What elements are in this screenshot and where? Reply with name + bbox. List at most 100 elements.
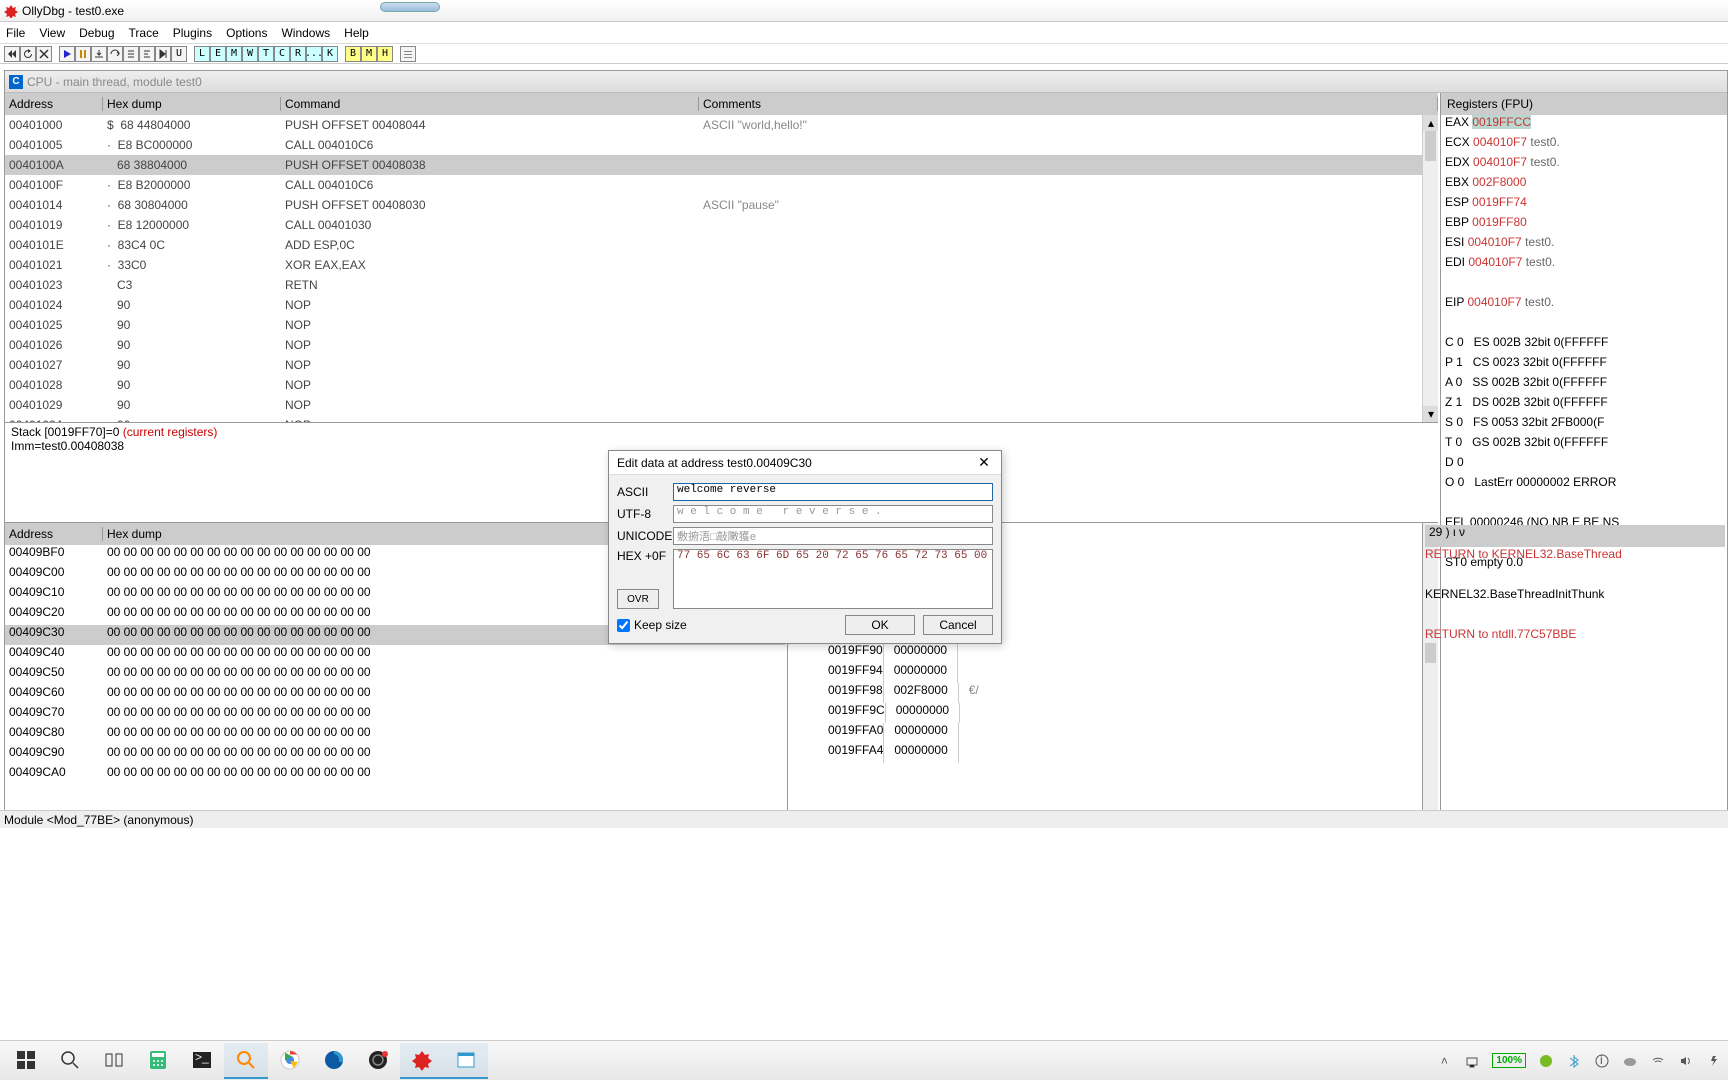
hex-row[interactable]: 00409C7000 00 00 00 00 00 00 00 00 00 00… [5,705,785,725]
network-icon[interactable] [1464,1053,1480,1069]
wifi-icon[interactable] [1650,1053,1666,1069]
stack-row[interactable]: 0019FFA000000000 [788,723,1438,743]
runtrace-window-icon[interactable]: ... [306,46,322,62]
stack-row[interactable]: 0019FF9C00000000 [788,703,1438,723]
disasm-row[interactable]: 00401021· 33C0XOR EAX,EAX [5,255,1438,275]
app-window-icon[interactable] [444,1043,488,1079]
search-icon[interactable] [48,1043,92,1079]
edge-icon[interactable] [312,1043,356,1079]
rewind-icon[interactable] [4,46,20,62]
windows-window-icon[interactable]: W [242,46,258,62]
bluetooth-icon[interactable] [1566,1053,1582,1069]
disassembly-pane[interactable]: Address Hex dump Command Comments 004010… [5,93,1438,423]
disasm-row[interactable]: 00401028 90NOP [5,375,1438,395]
ok-button[interactable]: OK [845,615,915,635]
start-button[interactable] [4,1043,48,1079]
disasm-row[interactable]: 0040102A 90NOP [5,415,1438,423]
menu-view[interactable]: View [39,26,65,40]
log-window-icon[interactable]: L [194,46,210,62]
hardware-bp-window-icon[interactable]: H [377,46,393,62]
hex-input[interactable]: 77 65 6C 63 6F 6D 65 20 72 65 76 65 72 7… [673,549,993,609]
memory-bp-window-icon[interactable]: M [361,46,377,62]
run-icon[interactable] [59,46,75,62]
system-tray[interactable]: ˄ 100% i [1436,1053,1722,1069]
registers-header[interactable]: Registers (FPU) [1441,93,1727,115]
menu-debug[interactable]: Debug [79,26,114,40]
disasm-row[interactable]: 00401024 90NOP [5,295,1438,315]
keep-size-checkbox[interactable]: Keep size [617,618,687,632]
menu-windows[interactable]: Windows [281,26,330,40]
menu-file[interactable]: File [6,26,25,40]
dialog-title-bar[interactable]: Edit data at address test0.00409C30 ✕ [609,451,1001,475]
disasm-row[interactable]: 0040101E· 83C4 0CADD ESP,0C [5,235,1438,255]
power-icon[interactable] [1706,1053,1722,1069]
disasm-row[interactable]: 00401005· E8 BC000000CALL 004010C6 [5,135,1438,155]
options-icon[interactable] [400,46,416,62]
threads-window-icon[interactable]: T [258,46,274,62]
menu-options[interactable]: Options [226,26,267,40]
chrome-icon[interactable] [268,1043,312,1079]
disasm-row[interactable]: 00401025 90NOP [5,315,1438,335]
pause-icon[interactable] [75,46,91,62]
terminal-icon[interactable]: >_ [180,1043,224,1079]
execute-till-icon[interactable] [155,46,171,62]
utf8-input[interactable]: w e l c o m e r e v e r s e . [673,505,993,523]
disasm-row[interactable]: 00401019· E8 12000000CALL 00401030 [5,215,1438,235]
tray-chevron-icon[interactable]: ˄ [1436,1053,1452,1069]
stack-row[interactable]: 0019FF9000000000 [788,643,1438,663]
unicode-input[interactable]: 敷捬浯□敲敶獲e [673,527,993,545]
ovr-button[interactable]: OVR [617,589,659,609]
disasm-row[interactable]: 00401023 C3RETN [5,275,1438,295]
taskbar[interactable]: >_ ˄ 100% i [0,1040,1728,1080]
cancel-button[interactable]: Cancel [923,615,993,635]
calculator-icon[interactable] [136,1043,180,1079]
disasm-scrollbar[interactable]: ▴ ▾ [1422,115,1438,422]
dialog-close-button[interactable]: ✕ [975,454,993,472]
everything-icon[interactable] [224,1043,268,1079]
cpu-window-icon[interactable]: C [274,46,290,62]
scroll-thumb[interactable] [1425,131,1436,161]
info-icon[interactable]: i [1594,1053,1610,1069]
disasm-row[interactable]: 00401014· 68 30804000PUSH OFFSET 0040803… [5,195,1438,215]
close-icon[interactable] [36,46,52,62]
disasm-row[interactable]: 0040100F· E8 B2000000CALL 004010C6 [5,175,1438,195]
stack-comments-pane[interactable]: 29 ) ι ν RETURN to KERNEL32.BaseThreadKE… [1422,523,1727,811]
nvidia-icon[interactable] [1538,1053,1554,1069]
stack-row[interactable]: 0019FF9400000000 [788,663,1438,683]
disasm-row[interactable]: 00401026 90NOP [5,335,1438,355]
executable-window-icon[interactable]: E [210,46,226,62]
hex-row[interactable]: 00409CA000 00 00 00 00 00 00 00 00 00 00… [5,765,785,785]
ollydbg-taskbar-icon[interactable] [400,1043,444,1079]
trace-into-icon[interactable] [123,46,139,62]
step-into-icon[interactable] [91,46,107,62]
reload-icon[interactable] [20,46,36,62]
hex-row[interactable]: 00409C8000 00 00 00 00 00 00 00 00 00 00… [5,725,785,745]
onedrive-icon[interactable] [1622,1053,1638,1069]
menu-bar[interactable]: File View Debug Trace Plugins Options Wi… [0,22,1728,44]
menu-plugins[interactable]: Plugins [173,26,212,40]
disasm-row[interactable]: 00401029 90NOP [5,395,1438,415]
references-window-icon[interactable]: R [290,46,306,62]
menu-help[interactable]: Help [344,26,369,40]
menu-trace[interactable]: Trace [129,26,159,40]
return-icon[interactable]: U [171,46,187,62]
scroll-up-icon[interactable]: ▴ [1423,115,1438,131]
disasm-row[interactable]: 00401027 90NOP [5,355,1438,375]
cpu-window-title[interactable]: C CPU - main thread, module test0 [5,71,1727,93]
disasm-row[interactable]: 0040100A 68 38804000PUSH OFFSET 00408038 [5,155,1438,175]
hex-row[interactable]: 00409C4000 00 00 00 00 00 00 00 00 00 00… [5,645,785,665]
battery-indicator[interactable]: 100% [1492,1053,1526,1068]
trace-over-icon[interactable] [139,46,155,62]
hex-row[interactable]: 00409C9000 00 00 00 00 00 00 00 00 00 00… [5,745,785,765]
memory-window-icon[interactable]: M [226,46,242,62]
stack-row[interactable]: 0019FF98002F8000€/ [788,683,1438,703]
task-view-icon[interactable] [92,1043,136,1079]
hex-row[interactable]: 00409C6000 00 00 00 00 00 00 00 00 00 00… [5,685,785,705]
breakpoints-window-icon[interactable]: B [345,46,361,62]
obs-icon[interactable] [356,1043,400,1079]
hex-row[interactable]: 00409C5000 00 00 00 00 00 00 00 00 00 00… [5,665,785,685]
step-over-icon[interactable] [107,46,123,62]
stack-row[interactable]: 0019FFA400000000 [788,743,1438,763]
volume-icon[interactable] [1678,1053,1694,1069]
disasm-row[interactable]: 00401000$ 68 44804000PUSH OFFSET 0040804… [5,115,1438,135]
